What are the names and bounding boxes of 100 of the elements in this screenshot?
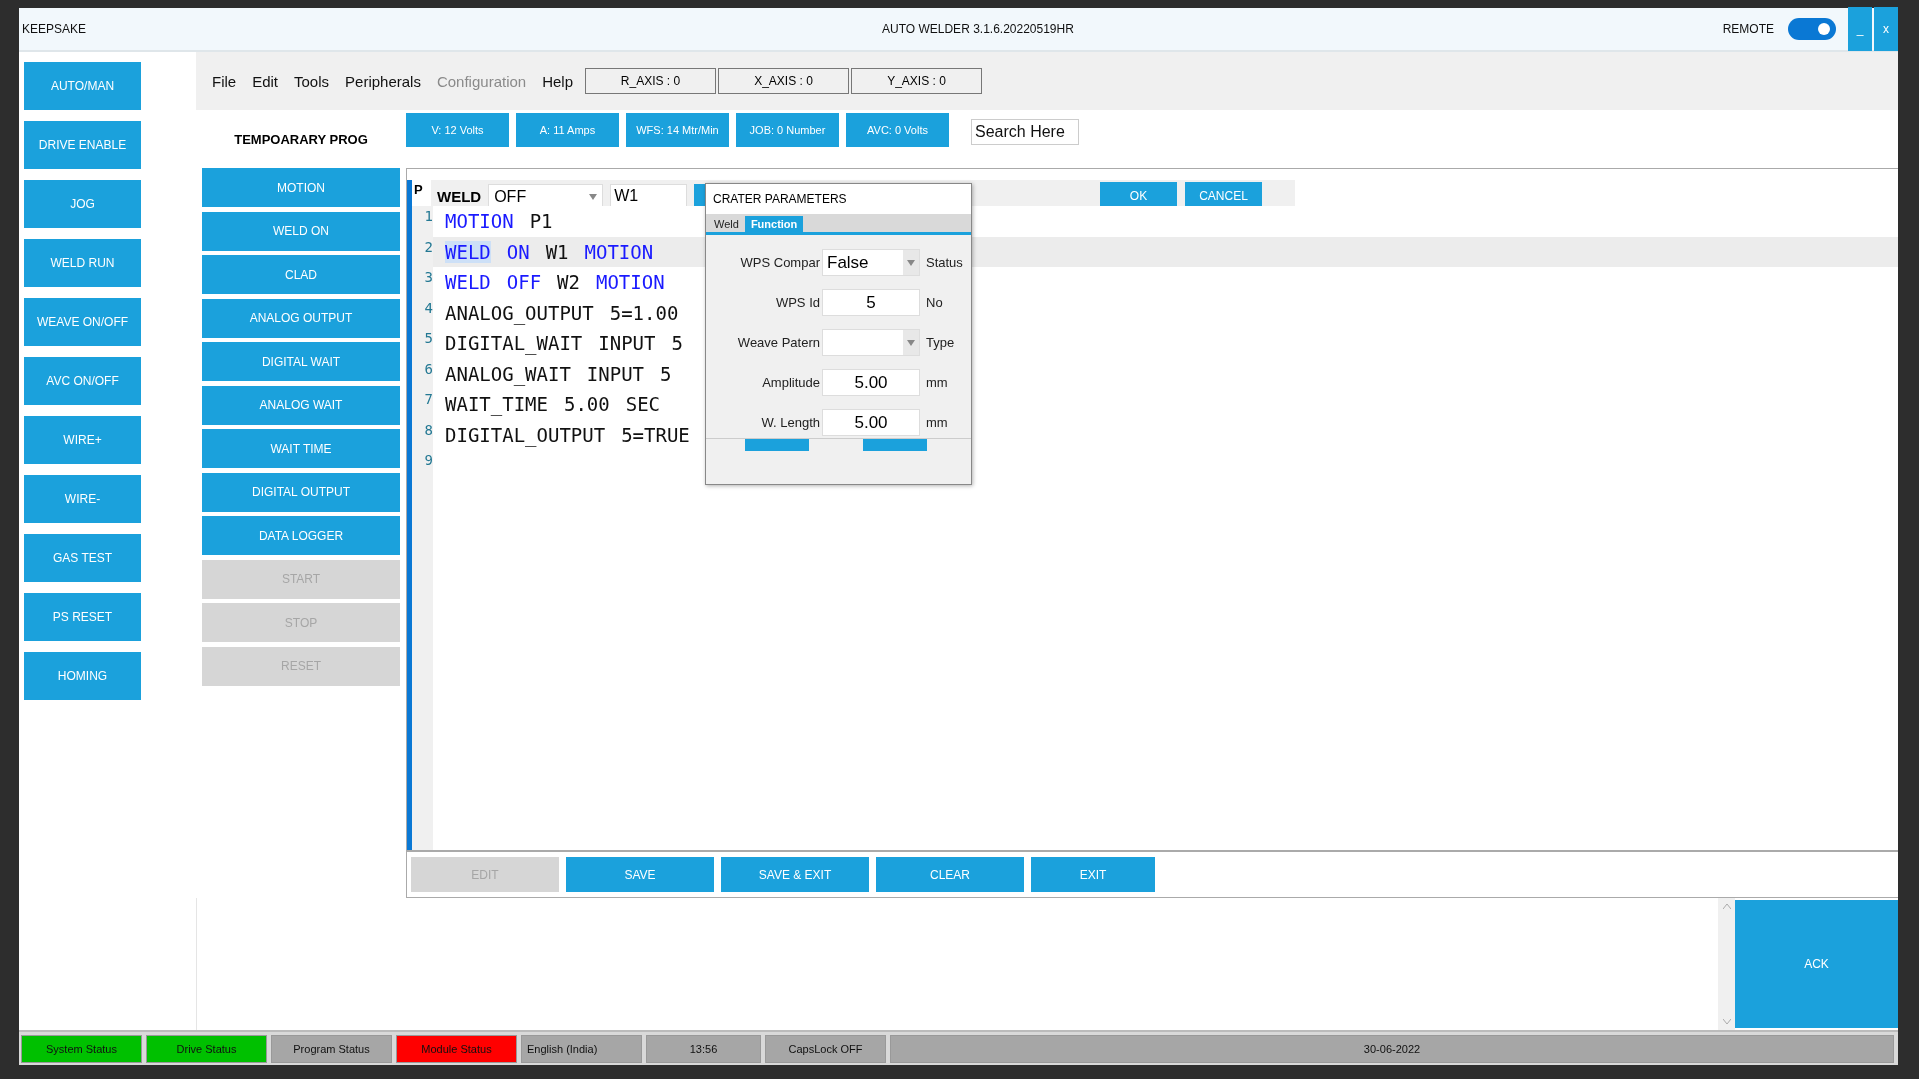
code-token: P1 xyxy=(529,210,553,233)
remote-toggle[interactable] xyxy=(1788,18,1836,40)
command-button[interactable]: DIGITAL OUTPUT xyxy=(202,472,400,512)
axis-readout: R_AXIS : 0 xyxy=(585,68,717,94)
reading-button[interactable]: JOB: 0 Number xyxy=(736,113,839,147)
reading-button[interactable]: AVC: 0 Volts xyxy=(846,113,949,147)
line-number: 4 xyxy=(423,298,433,316)
reading-button[interactable]: A: 11 Amps xyxy=(516,113,619,147)
command-button[interactable]: WAIT TIME xyxy=(202,429,400,468)
code-token: ANALOG_WAIT xyxy=(445,362,571,385)
field-label: WPS Id xyxy=(774,295,821,310)
dropdown-arrow-icon xyxy=(907,339,915,346)
line-number: 7 xyxy=(423,390,433,407)
side-button[interactable]: WIRE- xyxy=(24,475,141,523)
input-field[interactable]: 5.00 xyxy=(822,369,920,396)
code-token: W1 xyxy=(545,240,569,263)
code-token: OFF xyxy=(506,271,542,294)
unit-label: mm xyxy=(926,375,948,390)
side-button[interactable]: AUTO/MAN xyxy=(24,62,141,110)
command-button[interactable]: DIGITAL WAIT xyxy=(202,342,400,381)
program-tab[interactable]: P xyxy=(412,182,431,198)
reading-button[interactable]: V: 12 Volts xyxy=(406,113,509,147)
editor-button[interactable]: SAVE & EXIT xyxy=(721,857,869,892)
input-field[interactable]: 5.00 xyxy=(822,409,920,436)
scroll-up-icon xyxy=(1722,904,1731,909)
side-button[interactable]: JOG xyxy=(24,180,141,228)
command-button[interactable]: MOTION xyxy=(202,168,400,207)
dialog-button[interactable] xyxy=(863,439,927,451)
code-token: DIGITAL_WAIT xyxy=(445,332,583,355)
unit-label: Type xyxy=(926,335,955,350)
axis-readout: Y_AXIS : 0 xyxy=(851,68,983,94)
minimize-button[interactable]: _ xyxy=(1848,7,1872,51)
code-token: ON xyxy=(506,240,530,263)
status-cell: 13:56 xyxy=(646,1034,761,1063)
dropdown-arrow-icon xyxy=(907,259,915,266)
search-field[interactable]: Search Here xyxy=(971,119,1079,145)
status-cell: System Status xyxy=(21,1034,142,1063)
code-token: INPUT xyxy=(598,332,656,355)
dropdown-field[interactable] xyxy=(822,329,920,356)
code-token: 5.00 xyxy=(563,393,610,416)
input-field[interactable]: 5 xyxy=(822,289,920,316)
command-button[interactable]: ANALOG WAIT xyxy=(202,385,400,425)
line-number: 6 xyxy=(423,359,433,377)
editor-button[interactable]: SAVE xyxy=(566,857,714,892)
app-name: KEEPSAKE xyxy=(22,22,88,36)
menu-item[interactable]: Help xyxy=(542,72,574,90)
reading-button[interactable]: WFS: 14 Mtr/Min xyxy=(626,113,729,147)
side-button[interactable]: AVC ON/OFF xyxy=(24,357,141,405)
code-token: INPUT xyxy=(586,362,645,385)
dialog-tab[interactable]: Function xyxy=(744,216,804,232)
code-token: DIGITAL_OUTPUT xyxy=(445,423,606,446)
code-token: 5 xyxy=(671,332,683,355)
dialog-tab[interactable]: Weld xyxy=(708,216,745,232)
dropdown-field[interactable]: False xyxy=(822,249,920,276)
status-cell: Module Status xyxy=(396,1034,517,1063)
dialog-button[interactable] xyxy=(745,439,809,451)
menu-item[interactable]: Peripherals xyxy=(345,72,421,90)
program-title: TEMPOARARY PROG xyxy=(234,131,368,147)
code-token: MOTION xyxy=(445,210,514,233)
editor-button[interactable]: EXIT xyxy=(1031,857,1155,892)
status-cell: English (India) xyxy=(521,1034,642,1063)
scrollbar[interactable] xyxy=(1718,898,1735,1030)
line-number: 2 xyxy=(423,237,433,255)
axis-readout: X_AXIS : 0 xyxy=(718,68,850,94)
side-button[interactable]: WIRE+ xyxy=(24,416,141,464)
code-token: WELD xyxy=(445,240,491,263)
unit-label: No xyxy=(926,295,943,310)
status-cell: Drive Status xyxy=(146,1034,267,1063)
code-token: 5=TRUE xyxy=(621,423,690,446)
line-number: 1 xyxy=(423,207,433,224)
field-label: WPS Compar xyxy=(739,255,821,270)
side-button[interactable]: WEAVE ON/OFF xyxy=(24,298,141,346)
weld-label: WELD xyxy=(437,188,482,205)
code-token: MOTION xyxy=(596,271,665,294)
side-button[interactable]: PS RESET xyxy=(24,593,141,641)
menu-item[interactable]: Edit xyxy=(252,72,279,90)
command-button[interactable]: WELD ON xyxy=(202,211,400,251)
code-token: ANALOG_OUTPUT xyxy=(445,301,594,324)
ack-button[interactable]: ACK xyxy=(1735,900,1898,1028)
code-token: W2 xyxy=(557,271,580,294)
command-button[interactable]: DATA LOGGER xyxy=(202,516,400,555)
line-number: 9 xyxy=(423,451,433,468)
scroll-down-icon xyxy=(1722,1019,1731,1024)
side-button[interactable]: DRIVE ENABLE xyxy=(24,121,141,169)
side-button[interactable]: HOMING xyxy=(24,652,141,700)
code-token: MOTION xyxy=(584,240,654,263)
side-button[interactable]: WELD RUN xyxy=(24,239,141,287)
close-button[interactable]: x xyxy=(1874,7,1898,51)
command-button[interactable]: ANALOG OUTPUT xyxy=(202,298,400,338)
menu-item[interactable]: Tools xyxy=(294,72,330,90)
command-button[interactable]: CLAD xyxy=(202,255,400,294)
line-number: 5 xyxy=(423,329,433,346)
menu-item[interactable]: File xyxy=(212,72,237,90)
line-number: 8 xyxy=(423,420,433,438)
unit-label: Status xyxy=(926,255,963,270)
side-button[interactable]: GAS TEST xyxy=(24,534,141,582)
code-token: WAIT_TIME xyxy=(445,393,548,416)
status-cell: CapsLock OFF xyxy=(765,1034,886,1063)
editor-button[interactable]: CLEAR xyxy=(876,857,1024,892)
status-cell: Program Status xyxy=(271,1034,392,1063)
